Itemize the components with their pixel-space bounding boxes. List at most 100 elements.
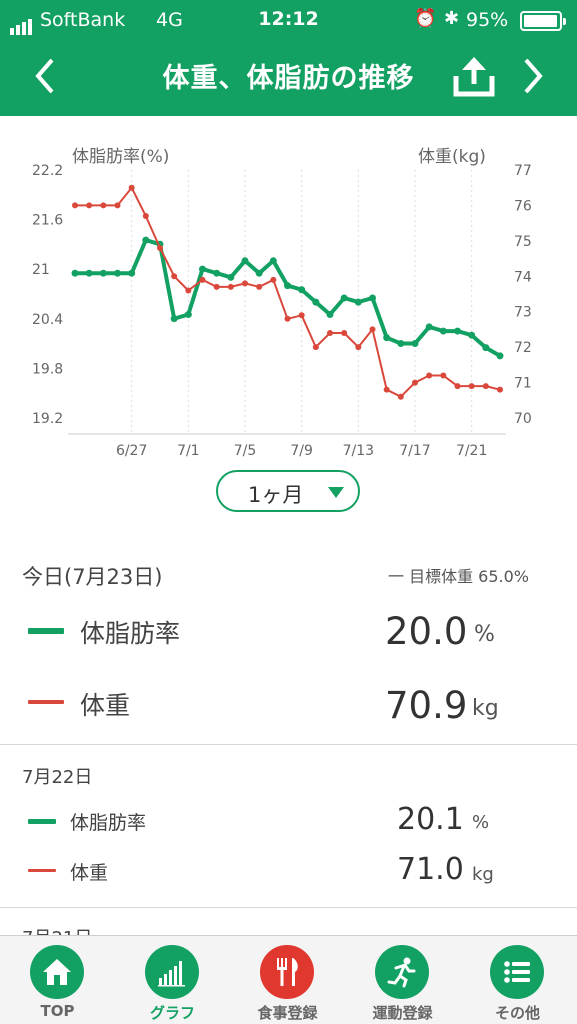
fat-data-point	[454, 327, 461, 335]
bar-chart-icon	[145, 945, 199, 999]
day2-weight-value: 71.0	[397, 852, 464, 887]
battery-percent: 95%	[466, 9, 509, 31]
fat-data-point	[284, 282, 291, 290]
tab-meal[interactable]: 食事登録	[230, 936, 345, 1024]
tab-label: その他	[494, 1004, 540, 1022]
day2-date: 7月22日	[22, 767, 93, 788]
day2-weight-unit: kg	[472, 864, 494, 885]
weight-data-point	[128, 184, 135, 191]
weight-legend-marker	[28, 869, 56, 872]
bottom-tab-bar: TOP グラフ 食事登録 運動登録 その他	[0, 935, 577, 1024]
period-dropdown[interactable]: 1ヶ月	[216, 470, 360, 512]
weight-data-point	[355, 344, 362, 351]
weight-data-point	[242, 280, 248, 287]
list-icon	[490, 945, 544, 999]
weight-data-point	[497, 386, 503, 393]
weight-data-point	[72, 202, 78, 209]
fat-data-point	[468, 331, 476, 339]
tab-graph[interactable]: グラフ	[115, 936, 230, 1024]
x-tick-label: 7/13	[343, 443, 374, 459]
tab-label: 食事登録	[257, 1004, 318, 1022]
today-weight-value: 70.9	[385, 684, 468, 727]
fat-series-line	[75, 238, 502, 358]
today-weight-label: 体重	[80, 691, 131, 720]
weight-data-point	[270, 276, 277, 283]
fat-data-point	[312, 298, 320, 306]
fat-data-point	[269, 257, 277, 265]
chart-ticks: 6/27 7/1 7/5 7/9 7/13 7/17 7/21 22.2 21.6 21 20.4 1…	[32, 163, 532, 459]
chart-grid	[68, 170, 506, 435]
fat-data-point	[397, 339, 405, 347]
tab-label: TOP	[40, 1002, 75, 1020]
fat-data-point	[354, 298, 362, 306]
fat-data-point	[199, 265, 206, 273]
fat-data-point	[170, 315, 178, 323]
triangle-down-icon	[328, 487, 344, 498]
right-tick-label: 75	[514, 234, 532, 250]
weight-legend-marker	[28, 700, 64, 704]
fork-knife-icon	[260, 945, 314, 999]
day2-fat-unit: %	[472, 812, 490, 833]
day2-fat-row: 体脂肪率 20.1 %	[0, 802, 577, 842]
x-tick-label: 6/27	[116, 443, 147, 459]
fat-data-point	[85, 269, 93, 277]
right-tick-label: 71	[514, 376, 532, 392]
weight-data-point	[454, 383, 461, 390]
weight-data-point	[383, 386, 390, 393]
x-tick-label: 7/21	[456, 443, 487, 459]
weight-data-point	[100, 202, 107, 209]
share-upload-icon	[453, 57, 495, 97]
fat-legend-marker	[28, 628, 64, 634]
left-tick-label: 19.2	[32, 411, 63, 427]
right-tick-label: 73	[514, 305, 532, 321]
home-icon	[30, 945, 84, 999]
x-tick-label: 7/17	[399, 443, 430, 459]
fat-data-point	[71, 269, 79, 277]
fat-data-point	[496, 352, 504, 360]
fat-data-point	[425, 323, 433, 331]
day2-fat-value: 20.1	[397, 802, 464, 837]
fat-data-point	[227, 273, 235, 281]
right-tick-label: 77	[514, 163, 532, 179]
weight-data-point	[256, 283, 263, 290]
tab-label: グラフ	[149, 1004, 195, 1022]
app-root: { "status_bar": { "carrier": "SoftBank",…	[0, 0, 577, 1024]
weight-data-point	[185, 287, 192, 294]
weight-data-point	[284, 315, 291, 322]
fat-data-point	[255, 269, 263, 277]
right-tick-label: 74	[514, 269, 532, 285]
fat-data-point	[340, 294, 348, 302]
app-header: SoftBank 4G 12:12 ⏰ ✱ 95% 体重、体脂肪の推移	[0, 0, 577, 116]
weight-data-point	[213, 283, 220, 290]
tab-exercise[interactable]: 運動登録	[345, 936, 460, 1024]
running-person-icon	[375, 945, 429, 999]
fat-data-point	[439, 327, 447, 335]
share-button[interactable]	[452, 54, 496, 98]
status-bar: SoftBank 4G 12:12 ⏰ ✱ 95%	[0, 0, 577, 40]
weight-data-point	[327, 329, 333, 336]
bluetooth-icon: ✱	[444, 8, 460, 29]
today-fat-unit: %	[474, 622, 495, 647]
tab-top[interactable]: TOP	[0, 936, 115, 1024]
today-weight-unit: kg	[472, 696, 499, 721]
tab-other[interactable]: その他	[460, 936, 575, 1024]
next-button[interactable]	[514, 56, 554, 96]
left-tick-label: 20.4	[32, 312, 63, 328]
x-tick-label: 7/9	[290, 443, 313, 459]
battery-icon	[520, 11, 566, 31]
weight-data-point	[114, 202, 121, 209]
right-tick-label: 72	[514, 340, 532, 356]
x-tick-label: 7/1	[177, 443, 200, 459]
weight-data-point	[312, 344, 319, 351]
day2-weight-label: 体重	[70, 862, 109, 884]
right-tick-label: 76	[514, 198, 532, 214]
weight-data-point	[482, 383, 489, 390]
alarm-icon: ⏰	[414, 8, 437, 29]
fat-legend-marker	[28, 819, 56, 824]
fat-data-point	[128, 269, 136, 277]
fat-data-point	[411, 339, 419, 347]
today-fat-label: 体脂肪率	[80, 619, 181, 648]
divider	[0, 744, 577, 745]
chart-series	[71, 184, 504, 400]
weight-data-point	[142, 213, 149, 220]
